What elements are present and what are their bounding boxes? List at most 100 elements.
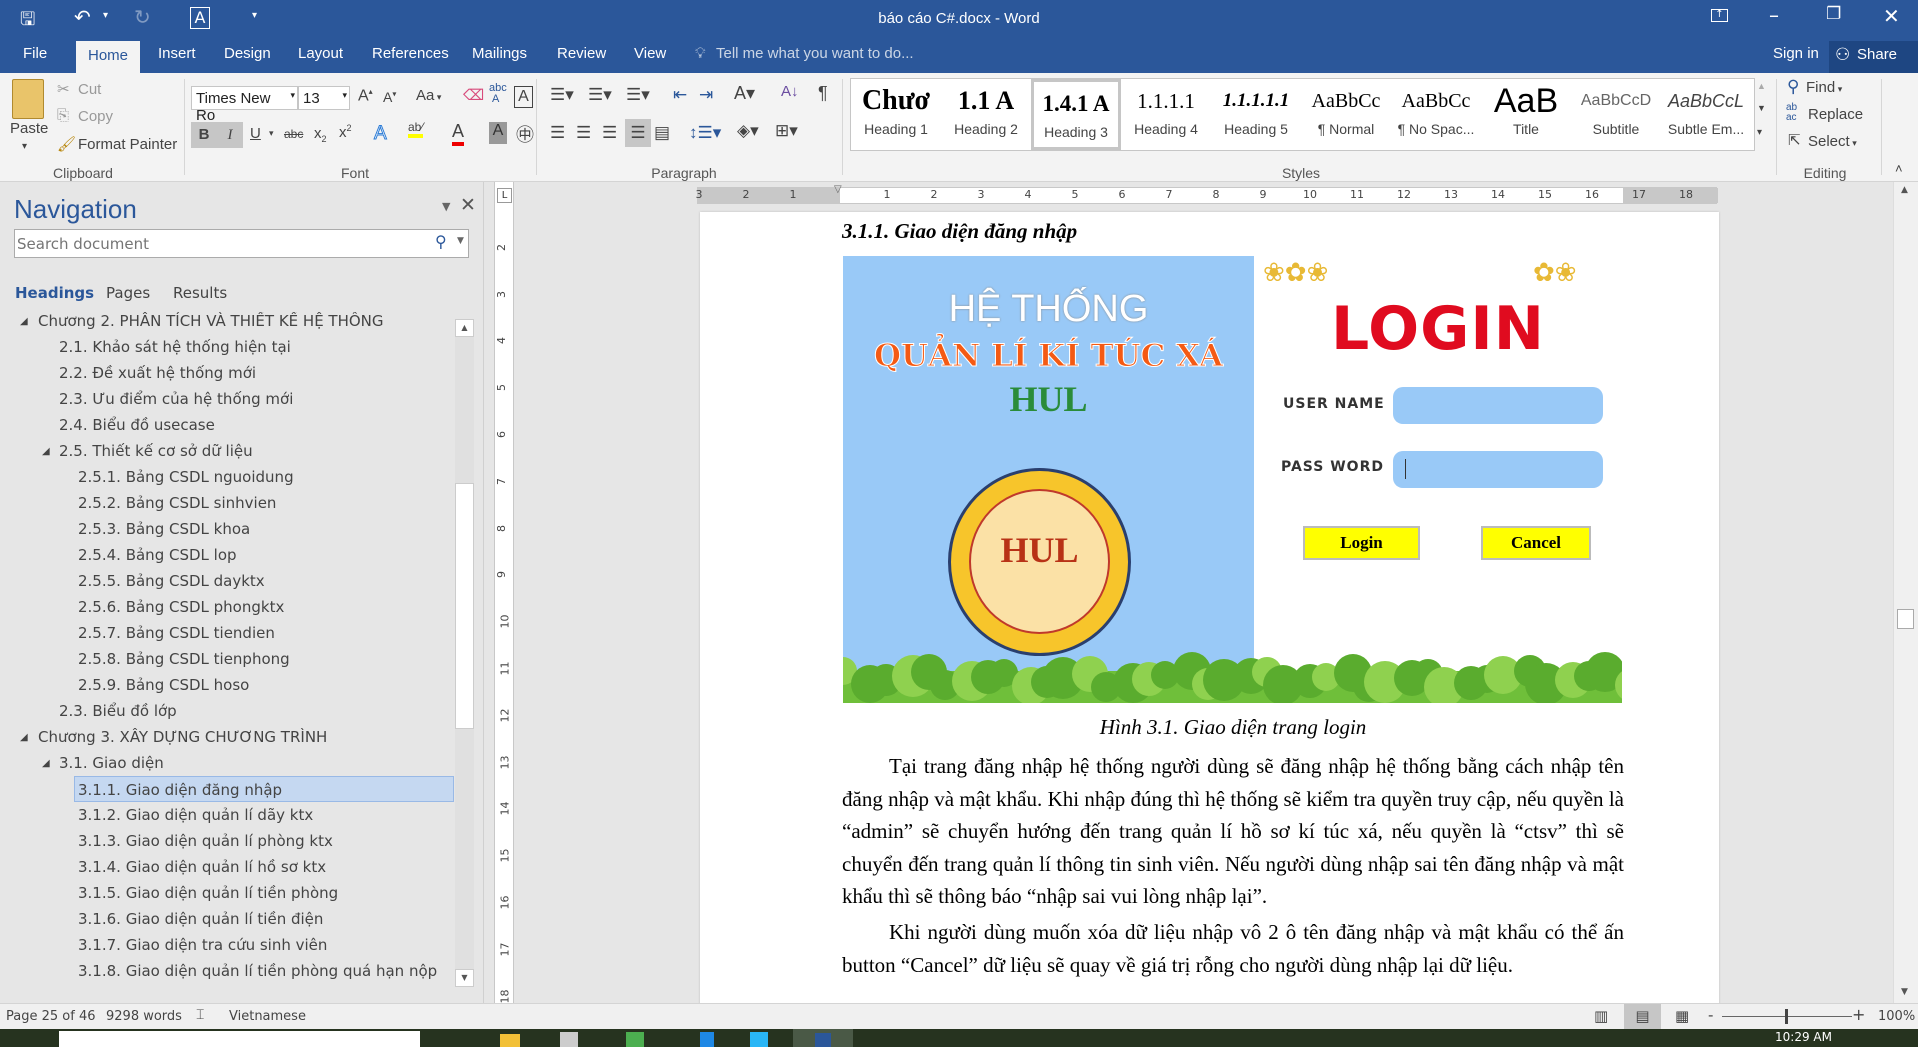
borders-icon[interactable]: ⊞▾: [775, 121, 798, 141]
character-shading-icon[interactable]: A: [489, 122, 507, 144]
style-heading-4[interactable]: 1.1.1.1 Heading 4: [1121, 79, 1211, 150]
clear-formatting-icon[interactable]: ⌫: [463, 86, 484, 104]
scroll-up-icon[interactable]: ▲: [455, 319, 474, 337]
minimize-icon[interactable]: –: [1769, 3, 1779, 27]
read-mode-icon[interactable]: ▥: [1594, 1007, 1608, 1025]
character-border-icon[interactable]: A: [514, 86, 533, 108]
heading-item[interactable]: 2.5.8. Bảng CSDL tienphong: [78, 646, 290, 672]
numbering-icon[interactable]: ☰▾: [588, 85, 612, 105]
collapse-triangle-icon[interactable]: ◢: [42, 446, 50, 457]
tab-mailings[interactable]: Mailings: [472, 45, 527, 62]
document-page[interactable]: 3.1.1. Giao diện đăng nhập HỆ THỐNG QUẢN…: [700, 212, 1719, 1012]
language[interactable]: Vietnamese: [229, 1009, 306, 1024]
align-left-icon[interactable]: ☰: [550, 123, 565, 143]
grow-font-icon[interactable]: A▴: [358, 87, 373, 105]
collapse-triangle-icon[interactable]: ◢: [42, 758, 50, 769]
style-no-spac[interactable]: AaBbCc ¶ No Spac...: [1391, 79, 1481, 150]
zoom-slider-thumb[interactable]: [1785, 1009, 1788, 1024]
tab-references[interactable]: References: [372, 45, 449, 62]
justify-icon[interactable]: ☰: [625, 119, 651, 147]
align-center-icon[interactable]: ☰: [576, 123, 591, 143]
heading-item[interactable]: 3.1.8. Giao diện quản lí tiền phòng quá …: [78, 958, 437, 984]
proofing-icon[interactable]: ⌶: [196, 1007, 204, 1023]
distributed-icon[interactable]: ▤: [654, 123, 670, 143]
styles-more[interactable]: ▾: [1757, 127, 1762, 138]
superscript-button[interactable]: x2: [339, 123, 352, 141]
scroll-down-icon[interactable]: ▼: [455, 969, 474, 987]
tab-insert[interactable]: Insert: [158, 45, 196, 62]
text-direction-icon[interactable]: A▾: [734, 83, 755, 104]
app-icon-4[interactable]: [750, 1032, 768, 1047]
heading-item[interactable]: Chương 2. PHÂN TÍCH VÀ THIẾT KẾ HỆ THỐNG: [38, 312, 384, 334]
styles-scroll-up[interactable]: ▲: [1757, 81, 1766, 91]
heading-item[interactable]: 2.5.5. Bảng CSDL dayktx: [78, 568, 265, 594]
format-painter-button[interactable]: Format Painter: [78, 136, 177, 153]
heading-item[interactable]: Chương 3. XÂY DỰNG CHƯƠNG TRÌNH: [38, 724, 327, 750]
find-button[interactable]: Find ▾: [1806, 79, 1842, 96]
copy-button[interactable]: Copy: [78, 108, 113, 125]
tab-selector-icon[interactable]: L: [497, 188, 512, 203]
zoom-level[interactable]: 100%: [1878, 1009, 1915, 1024]
underline-button[interactable]: U: [250, 125, 261, 142]
font-size-select[interactable]: 13 ▾: [298, 86, 350, 110]
style-heading-1[interactable]: Chươ Heading 1: [851, 79, 941, 150]
search-input[interactable]: [17, 232, 417, 255]
zoom-out-icon[interactable]: -: [1708, 1006, 1713, 1024]
heading-item[interactable]: 2.3. Biểu đồ lớp: [59, 698, 177, 724]
tab-home[interactable]: Home: [76, 41, 141, 73]
heading-item[interactable]: 3.1. Giao diện: [59, 750, 164, 776]
heading-item[interactable]: 3.1.6. Giao diện quản lí tiền điện: [78, 906, 323, 932]
style-subtitle[interactable]: AaBbCcD Subtitle: [1571, 79, 1661, 150]
app-icon-3[interactable]: [700, 1032, 714, 1047]
heading-item[interactable]: 2.3. Ưu điểm của hệ thống mới: [59, 386, 293, 412]
style-title[interactable]: AaB Title: [1481, 79, 1571, 150]
search-document-field[interactable]: ⚲ ▼: [14, 229, 469, 258]
heading-item[interactable]: 2.5.4. Bảng CSDL lop: [78, 542, 237, 568]
tell-me-input[interactable]: Tell me what you want to do...: [716, 45, 914, 62]
paste-icon[interactable]: [12, 79, 44, 119]
line-spacing-icon[interactable]: ↕☰▾: [689, 123, 721, 143]
tab-headings[interactable]: Headings: [15, 284, 94, 302]
shading-icon[interactable]: ◈▾: [737, 121, 759, 141]
heading-item[interactable]: 2.5.3. Bảng CSDL khoa: [78, 516, 250, 542]
replace-button[interactable]: Replace: [1808, 106, 1863, 123]
app-icon[interactable]: [560, 1032, 578, 1047]
style-heading-2[interactable]: 1.1 A Heading 2: [941, 79, 1031, 150]
style-heading-5[interactable]: 1.1.1.1.1 Heading 5: [1211, 79, 1301, 150]
share-button[interactable]: ⚇ Share: [1829, 41, 1918, 73]
document-scrollbar[interactable]: ▲ ▼: [1893, 182, 1918, 1003]
horizontal-ruler[interactable]: 3 2 1 1 2 3 4 5 6 7 8 9 10 11 12 13 14 15 16 17 18 ▽: [696, 184, 1718, 204]
style-subtle-em[interactable]: AaBbCcL Subtle Em...: [1661, 79, 1751, 150]
tab-design[interactable]: Design: [224, 45, 271, 62]
heading-item[interactable]: 3.1.3. Giao diện quản lí phòng ktx: [78, 828, 333, 854]
italic-button[interactable]: I: [217, 122, 243, 148]
paste-button[interactable]: Paste: [10, 120, 48, 137]
select-button[interactable]: Select ▾: [1808, 133, 1857, 150]
doc-scroll-up-icon[interactable]: ▲: [1901, 185, 1908, 195]
enclose-characters-icon[interactable]: ㊥: [516, 121, 534, 147]
heading-item[interactable]: 2.5.6. Bảng CSDL phongktx: [78, 594, 284, 620]
bold-button[interactable]: B: [191, 122, 217, 148]
file-explorer-icon[interactable]: [500, 1034, 520, 1047]
heading-item[interactable]: 3.1.2. Giao diện quản lí dãy ktx: [78, 802, 313, 828]
page-count[interactable]: Page 25 of 46: [6, 1009, 95, 1024]
heading-item[interactable]: 2.5.7. Bảng CSDL tiendien: [78, 620, 275, 646]
web-layout-icon[interactable]: ▦: [1675, 1007, 1689, 1025]
sign-in-link[interactable]: Sign in: [1773, 45, 1819, 62]
zoom-in-icon[interactable]: +: [1852, 1005, 1865, 1024]
heading-item[interactable]: 3.1.5. Giao diện quản lí tiền phòng: [78, 880, 338, 906]
sort-icon[interactable]: A↓: [781, 83, 799, 100]
print-layout-icon[interactable]: ▤: [1624, 1004, 1661, 1029]
strikethrough-button[interactable]: abc: [284, 127, 303, 141]
underline-dropdown-icon[interactable]: ▾: [269, 128, 274, 139]
word-count[interactable]: 9298 words: [106, 1009, 182, 1024]
close-icon[interactable]: ✕: [1883, 4, 1900, 28]
heading-item[interactable]: 3.1.4. Giao diện quản lí hồ sơ ktx: [78, 854, 326, 880]
font-color-icon[interactable]: A: [452, 121, 465, 146]
doc-scroll-thumb[interactable]: [1897, 609, 1914, 629]
collapse-triangle-icon[interactable]: ◢: [20, 316, 28, 327]
pane-options-icon[interactable]: ▼: [442, 200, 450, 213]
align-right-icon[interactable]: ☰: [602, 123, 617, 143]
bullets-icon[interactable]: ☰▾: [550, 85, 574, 105]
multilevel-list-icon[interactable]: ☰▾: [626, 85, 650, 105]
